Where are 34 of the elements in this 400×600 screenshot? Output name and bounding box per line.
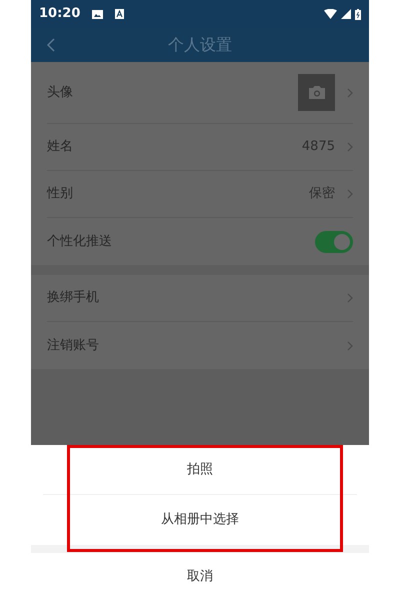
settings-row[interactable]: 性别 保密 (31, 171, 369, 218)
row-value: 保密 (309, 185, 335, 204)
wifi-icon (324, 9, 337, 19)
row-label: 性别 (47, 185, 73, 204)
signal-icon (341, 9, 351, 19)
settings-row[interactable]: 个性化推送 (31, 218, 369, 265)
row-label: 个性化推送 (47, 232, 112, 251)
notification-icon (115, 9, 124, 19)
row-label: 注销账号 (47, 336, 99, 355)
chevron-icon (347, 189, 353, 199)
cancel-button[interactable]: 取消 (31, 553, 369, 600)
battery-icon (355, 8, 361, 20)
chevron-icon (347, 88, 353, 98)
back-icon (47, 38, 55, 52)
sheet-option[interactable]: 拍照 (43, 445, 357, 495)
settings-row[interactable]: 姓名 4875 (31, 124, 369, 171)
header-title: 个人设置 (168, 34, 232, 56)
chevron-icon (347, 293, 353, 303)
toggle-thumb (333, 232, 351, 250)
row-label: 换绑手机 (47, 289, 99, 308)
settings-row[interactable]: 头像 (31, 62, 369, 124)
settings-row[interactable]: 换绑手机 (31, 275, 369, 322)
avatar-placeholder[interactable] (298, 74, 335, 111)
chevron-icon (347, 340, 353, 350)
settings-row[interactable]: 注销账号 (31, 322, 369, 369)
row-value: 4875 (302, 138, 335, 156)
image-icon (92, 10, 104, 18)
sheet-option[interactable]: 从相册中选择 (31, 495, 369, 545)
status-time: 10:20 (39, 5, 80, 24)
chevron-icon (347, 142, 353, 152)
toggle-switch[interactable] (315, 230, 353, 252)
row-label: 姓名 (47, 138, 73, 156)
row-label: 头像 (47, 84, 73, 102)
camera-icon (308, 85, 326, 100)
